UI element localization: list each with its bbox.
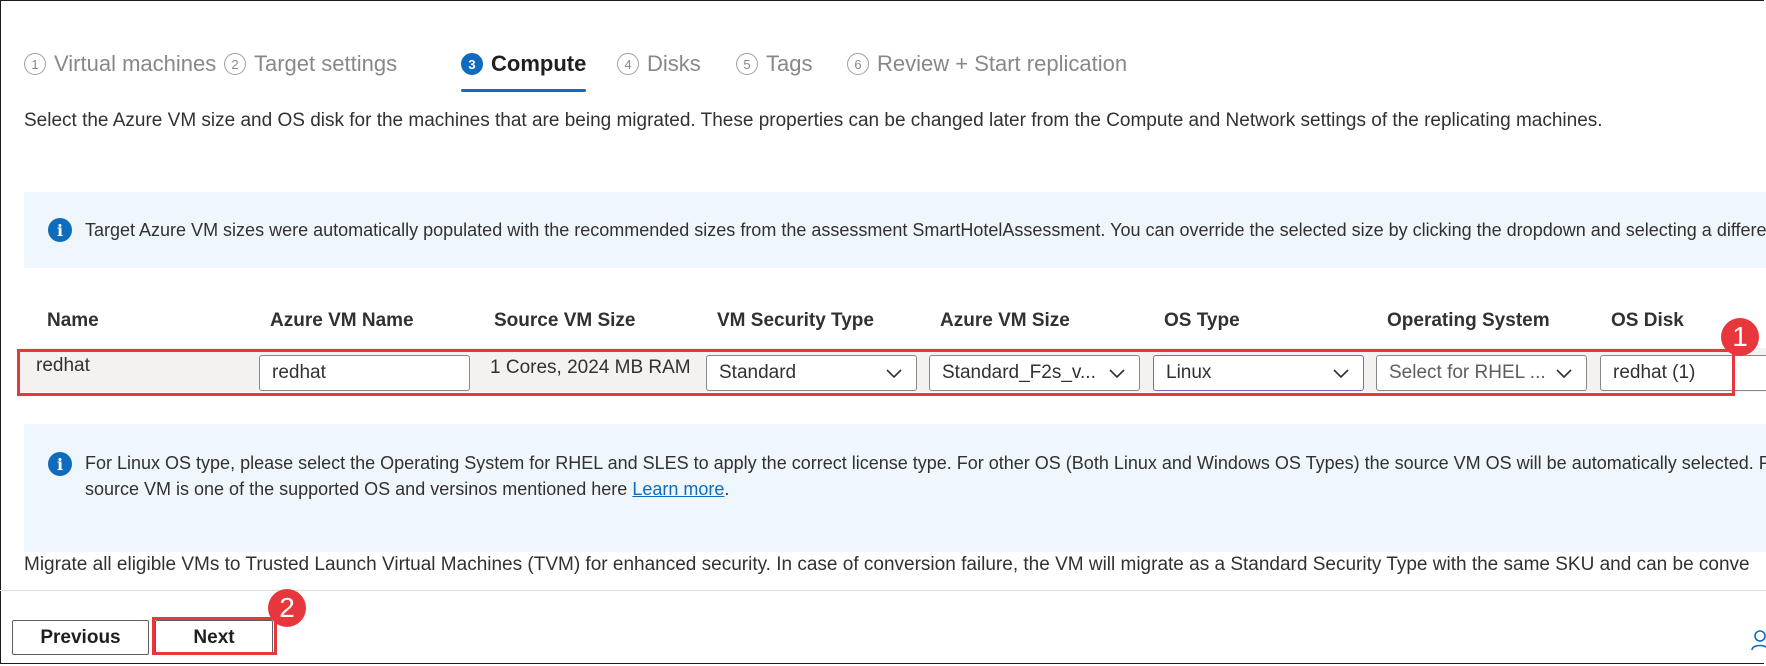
chevron-down-icon <box>1109 369 1125 379</box>
info-line-2-prefix: source VM is one of the supported OS and… <box>85 479 633 499</box>
step-label: Review + Start replication <box>877 51 1128 76</box>
info-line-2: source VM is one of the supported OS and… <box>85 476 1766 502</box>
step-number: 4 <box>617 53 639 75</box>
azure-vm-name-input[interactable]: redhat <box>259 355 470 391</box>
next-button[interactable]: Next <box>155 620 273 655</box>
info-banner-text: For Linux OS type, please select the Ope… <box>85 450 1766 502</box>
source-vm-size-cell: 1 Cores, 2024 MB RAM <box>490 357 691 378</box>
os-license-info-banner: i For Linux OS type, please select the O… <box>24 424 1766 552</box>
step-virtual-machines[interactable]: 1 Virtual machines <box>24 44 216 84</box>
info-banner-text: Target Azure VM sizes were automatically… <box>85 220 1766 240</box>
step-label: Tags <box>766 51 813 76</box>
step-review-start-replication[interactable]: 6 Review + Start replication <box>847 44 1127 84</box>
os-disk-dropdown[interactable]: redhat (1) <box>1600 355 1766 391</box>
info-line-2-suffix: . <box>724 479 730 499</box>
column-header-azure-vm-size: Azure VM Size <box>940 310 1070 331</box>
step-target-settings[interactable]: 2 Target settings <box>224 44 397 84</box>
dropdown-value: Standard <box>719 362 797 383</box>
column-header-vm-security-type: VM Security Type <box>717 310 874 331</box>
previous-button[interactable]: Previous <box>12 620 149 655</box>
step-label: Compute <box>491 51 587 76</box>
column-header-os-disk: OS Disk <box>1611 310 1684 331</box>
column-header-azure-vm-name: Azure VM Name <box>270 310 414 331</box>
dropdown-value: Standard_F2s_v... <box>942 362 1096 383</box>
step-number: 6 <box>847 53 869 75</box>
chevron-down-icon <box>1556 369 1572 379</box>
column-header-operating-system: Operating System <box>1387 310 1550 331</box>
step-number: 2 <box>224 53 246 75</box>
vm-size-info-banner: i Target Azure VM sizes were automatical… <box>24 192 1766 268</box>
info-icon: i <box>48 218 72 242</box>
chevron-down-icon <box>886 369 902 379</box>
operating-system-dropdown[interactable]: Select for RHEL ... <box>1376 355 1587 391</box>
step-tags[interactable]: 5 Tags <box>736 44 812 84</box>
dropdown-value: Linux <box>1166 362 1212 383</box>
column-header-os-type: OS Type <box>1164 310 1240 331</box>
vm-security-type-dropdown[interactable]: Standard <box>706 355 917 391</box>
page-description: Select the Azure VM size and OS disk for… <box>24 110 1603 131</box>
info-icon: i <box>48 452 72 476</box>
azure-vm-size-dropdown[interactable]: Standard_F2s_v... <box>929 355 1140 391</box>
dropdown-placeholder: Select for RHEL ... <box>1389 362 1546 383</box>
column-header-source-vm-size: Source VM Size <box>494 310 636 331</box>
step-disks[interactable]: 4 Disks <box>617 44 701 84</box>
vm-name-cell: redhat <box>36 355 90 376</box>
info-line-1: For Linux OS type, please select the Ope… <box>85 453 1766 473</box>
os-type-dropdown[interactable]: Linux <box>1153 355 1364 391</box>
chevron-down-icon <box>1333 369 1349 379</box>
learn-more-link[interactable]: Learn more <box>632 479 724 499</box>
annotation-badge-2: 2 <box>268 589 306 627</box>
person-feedback-icon[interactable] <box>1750 628 1766 652</box>
tvm-migration-text: Migrate all eligible VMs to Trusted Laun… <box>24 554 1750 575</box>
step-label: Target settings <box>254 51 398 76</box>
column-header-name: Name <box>47 310 99 331</box>
step-number: 5 <box>736 53 758 75</box>
annotation-badge-1: 1 <box>1721 318 1759 356</box>
dropdown-value: redhat (1) <box>1613 362 1696 383</box>
azure-vm-name-value: redhat <box>272 362 326 383</box>
step-compute[interactable]: 3 Compute <box>461 44 587 92</box>
footer-divider <box>0 590 1766 591</box>
step-number: 1 <box>24 53 46 75</box>
step-label: Virtual machines <box>54 51 217 76</box>
step-number: 3 <box>461 53 483 75</box>
step-label: Disks <box>647 51 701 76</box>
